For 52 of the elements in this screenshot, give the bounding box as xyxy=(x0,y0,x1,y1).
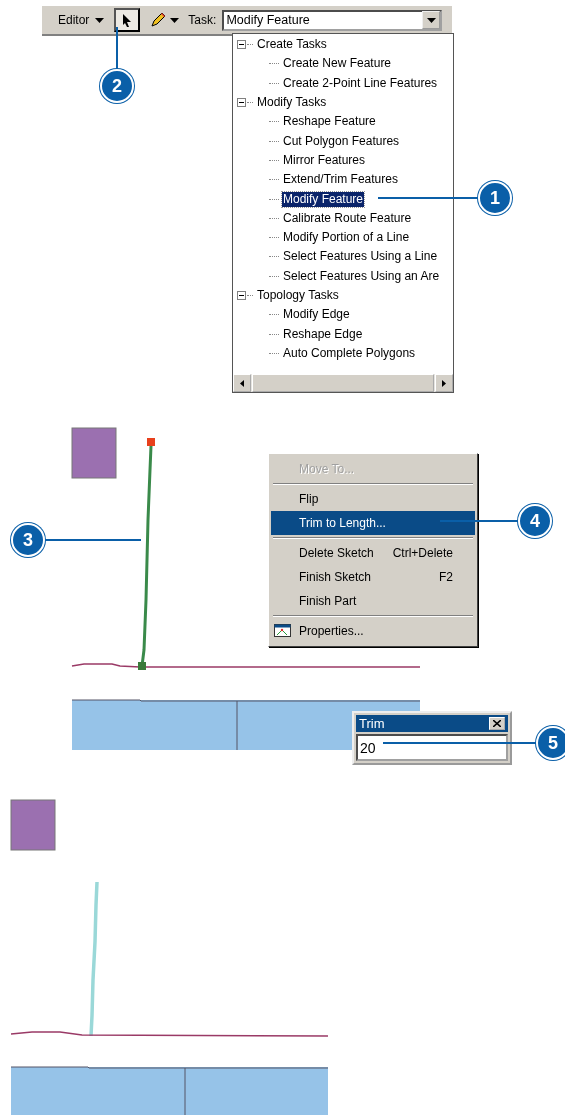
caret-icon xyxy=(169,17,179,23)
left-arrow-icon xyxy=(240,379,244,387)
menu-item[interactable]: Properties... xyxy=(271,619,475,643)
callout-number: 1 xyxy=(478,181,512,215)
collapse-icon[interactable] xyxy=(237,291,246,300)
horizontal-scrollbar[interactable] xyxy=(233,374,453,392)
task-item[interactable]: Select Features Using an Are xyxy=(282,268,441,284)
task-item[interactable]: Reshape Feature xyxy=(282,114,377,130)
length-input[interactable]: 20 xyxy=(356,734,508,761)
task-item[interactable]: Reshape Edge xyxy=(282,326,364,342)
menu-item[interactable]: Trim to Length... xyxy=(271,511,475,535)
collapse-icon[interactable] xyxy=(237,98,246,108)
task-item[interactable]: Modify Portion of a Line xyxy=(282,230,411,246)
dialog-title: Trim xyxy=(356,715,508,732)
task-item[interactable]: Modify Feature xyxy=(282,191,365,207)
task-label: Task: xyxy=(188,13,217,27)
polygon-feature xyxy=(71,427,117,479)
task-item[interactable]: Auto Complete Polygons xyxy=(282,345,417,361)
close-button[interactable] xyxy=(489,717,505,730)
callout-number: 3 xyxy=(11,523,45,557)
task-item[interactable]: Create New Feature xyxy=(282,56,393,72)
task-item[interactable]: Cut Polygon Features xyxy=(282,133,401,149)
task-item[interactable]: Mirror Features xyxy=(282,152,366,168)
task-group[interactable]: Create Tasks xyxy=(256,37,328,53)
editor-menu[interactable]: Editor xyxy=(54,11,109,29)
right-arrow-icon xyxy=(442,379,446,387)
collapse-icon[interactable] xyxy=(237,40,246,50)
task-dropdown[interactable]: Modify Feature xyxy=(222,9,443,31)
task-item[interactable]: Create 2-Point Line Features xyxy=(282,75,439,91)
callout-number: 2 xyxy=(100,69,134,103)
scroll-right-button[interactable] xyxy=(435,374,453,392)
menu-item[interactable]: Finish Part xyxy=(271,589,475,613)
caret-icon xyxy=(426,17,436,23)
task-item[interactable]: Extend/Trim Features xyxy=(282,172,399,188)
pointer-icon xyxy=(122,13,133,27)
task-item[interactable]: Select Features Using a Line xyxy=(282,249,439,265)
menu-item[interactable]: Flip xyxy=(271,487,475,511)
caret-icon xyxy=(95,17,105,23)
callout-number: 4 xyxy=(518,504,552,538)
properties-icon xyxy=(274,624,291,637)
task-item[interactable]: Calibrate Route Feature xyxy=(282,210,413,226)
polygon-feature xyxy=(10,799,56,851)
scroll-left-button[interactable] xyxy=(233,374,251,392)
select-tool-button[interactable] xyxy=(114,8,141,32)
task-item[interactable]: Modify Edge xyxy=(282,307,351,323)
menu-item[interactable]: Delete Sketch Ctrl+Delete xyxy=(271,541,475,565)
menu-item[interactable]: Finish Sketch F2 xyxy=(271,565,475,589)
task-group[interactable]: Modify Tasks xyxy=(256,95,328,111)
task-group[interactable]: Topology Tasks xyxy=(256,288,340,303)
pencil-icon xyxy=(149,12,166,28)
callout-number: 5 xyxy=(536,726,565,760)
close-icon xyxy=(493,720,501,727)
